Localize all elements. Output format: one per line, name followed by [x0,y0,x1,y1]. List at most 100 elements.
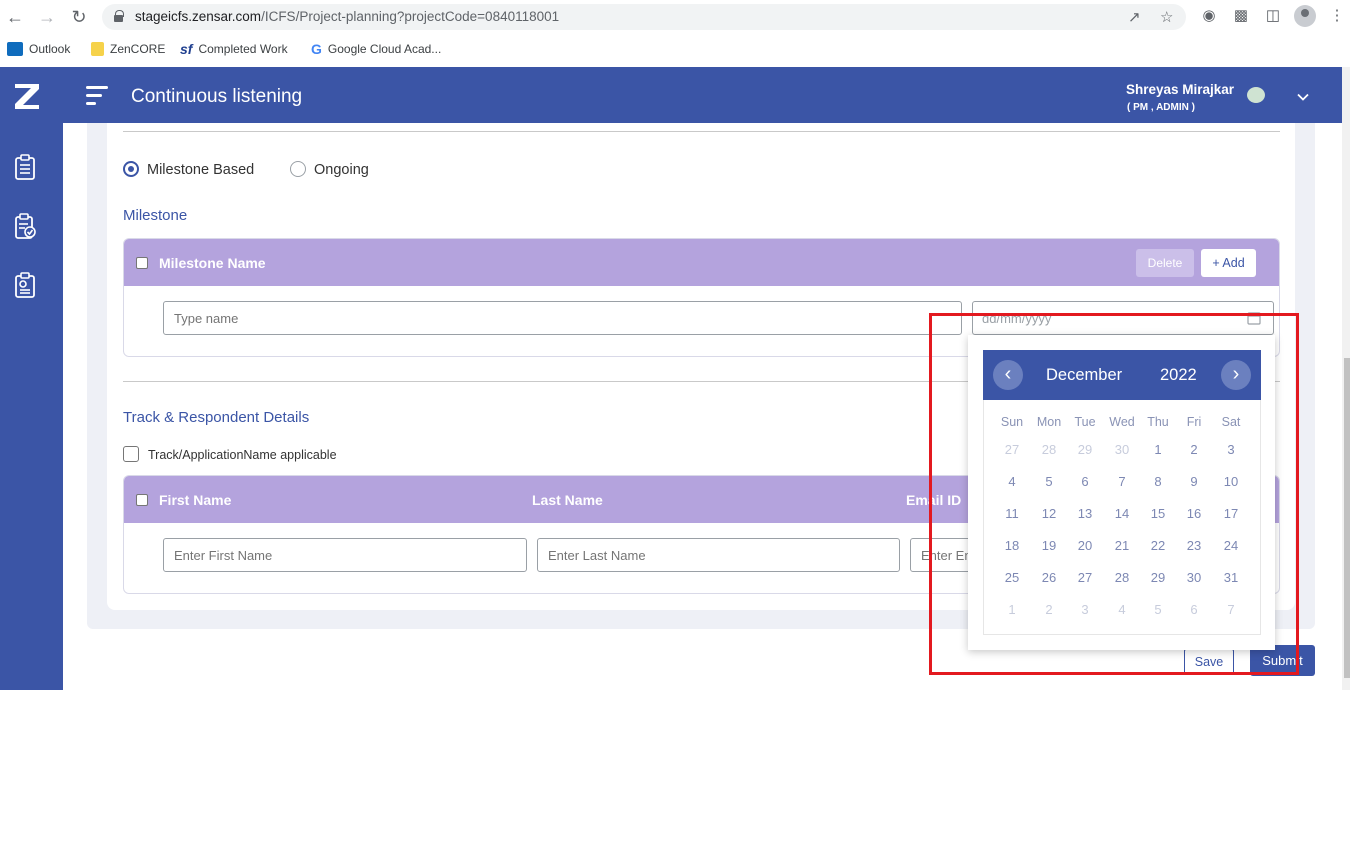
calendar-day[interactable]: 17 [1213,506,1249,521]
app-title: Continuous listening [131,86,303,107]
delete-button[interactable]: Delete [1136,249,1194,277]
milestone-date-input[interactable] [972,301,1274,335]
calendar-icon[interactable] [1247,311,1261,325]
datepicker-header: ‹ December 2022 › [983,350,1261,400]
app-header: Continuous listening Shreyas Mirajkar ( … [0,67,1342,123]
calendar-day[interactable]: 27 [1067,570,1103,585]
chevron-down-icon[interactable] [1297,91,1309,103]
ongoing-radio[interactable] [290,161,306,177]
first-name-header: First Name [159,492,232,508]
weekday-label: Wed [1109,415,1135,429]
calendar-day[interactable]: 29 [1067,442,1103,457]
hamburger-menu-icon[interactable] [86,86,110,106]
star-icon[interactable]: ☆ [1160,8,1173,26]
calendar-day[interactable]: 7 [1104,474,1140,489]
share-icon[interactable]: ↗ [1128,8,1141,26]
bookmark-google-cloud[interactable]: G Google Cloud Acad... [311,40,441,58]
prev-month-button[interactable]: ‹ [993,360,1023,390]
calendar-day[interactable]: 26 [1031,570,1067,585]
calendar-day[interactable]: 4 [1104,602,1140,617]
calendar-day[interactable]: 8 [1140,474,1176,489]
track-section-title: Track & Respondent Details [123,409,310,426]
calendar-day[interactable]: 28 [1031,442,1067,457]
clipboard-check-icon[interactable] [14,213,36,239]
calendar-day[interactable]: 4 [994,474,1030,489]
calendar-day[interactable]: 13 [1067,506,1103,521]
extensions-icon[interactable]: ▩ [1231,6,1251,26]
calendar-day[interactable]: 2 [1031,602,1067,617]
last-name-header: Last Name [532,492,603,508]
calendar-day[interactable]: 5 [1140,602,1176,617]
bookmark-completed-work[interactable]: sf Completed Work [180,40,288,58]
track-applicable-checkbox[interactable] [123,446,139,462]
add-button[interactable]: + Add [1201,249,1256,277]
calendar-day[interactable]: 9 [1176,474,1212,489]
calendar-day[interactable]: 7 [1213,602,1249,617]
divider [123,131,1280,132]
bookmark-outlook[interactable]: Outlook [7,40,70,58]
calendar-day[interactable]: 27 [994,442,1030,457]
sidepanel-icon[interactable]: ◫ [1263,6,1283,26]
calendar-day[interactable]: 28 [1104,570,1140,585]
save-button[interactable]: Save [1184,649,1234,675]
calendar-day[interactable]: 25 [994,570,1030,585]
calendar-day[interactable]: 29 [1140,570,1176,585]
datepicker-year[interactable]: 2022 [1160,366,1197,385]
email-header: Email ID [906,492,962,508]
last-name-input[interactable] [537,538,900,572]
calendar-day[interactable]: 1 [1140,442,1176,457]
url-text: stageicfs.zensar.com/ICFS/Project-planni… [135,9,560,24]
respondent-select-all-checkbox[interactable] [136,494,148,506]
calendar-day[interactable]: 2 [1176,442,1212,457]
more-menu-icon[interactable]: ⋮ [1327,6,1347,26]
calendar-day[interactable]: 19 [1031,538,1067,553]
calendar-day[interactable]: 21 [1104,538,1140,553]
calendar-day[interactable]: 23 [1176,538,1212,553]
calendar-day[interactable]: 30 [1104,442,1140,457]
datepicker-month[interactable]: December [1046,366,1122,385]
next-month-button[interactable]: › [1221,360,1251,390]
calendar-day[interactable]: 10 [1213,474,1249,489]
calendar-day[interactable]: 11 [994,506,1030,521]
reload-icon[interactable]: ↻ [68,6,90,28]
calendar-day[interactable]: 31 [1213,570,1249,585]
calendar-day[interactable]: 18 [994,538,1030,553]
first-name-input[interactable] [163,538,527,572]
bookmark-zencore[interactable]: ZenCORE [91,40,165,58]
google-icon: G [311,41,322,57]
weekday-label: Mon [1036,415,1062,429]
user-avatar-icon[interactable] [1247,87,1265,103]
calendar-day[interactable]: 3 [1213,442,1249,457]
milestone-based-radio[interactable] [123,161,139,177]
camera-icon[interactable]: ◉ [1199,6,1219,26]
calendar-day[interactable]: 6 [1067,474,1103,489]
milestone-select-all-checkbox[interactable] [136,257,148,269]
forward-arrow-icon[interactable]: → [36,6,58,28]
calendar-day[interactable]: 15 [1140,506,1176,521]
calendar-day[interactable]: 6 [1176,602,1212,617]
back-arrow-icon[interactable]: ← [4,6,26,28]
profile-avatar-icon[interactable] [1294,5,1316,27]
calendar-day[interactable]: 14 [1104,506,1140,521]
calendar-day[interactable]: 1 [994,602,1030,617]
calendar-day[interactable]: 22 [1140,538,1176,553]
calendar-day[interactable]: 12 [1031,506,1067,521]
milestone-name-input[interactable] [163,301,962,335]
clipboard-settings-icon[interactable] [14,272,36,298]
calendar-day[interactable]: 30 [1176,570,1212,585]
address-bar[interactable]: stageicfs.zensar.com/ICFS/Project-planni… [102,4,1186,30]
calendar-day[interactable]: 24 [1213,538,1249,553]
calendar-day[interactable]: 3 [1067,602,1103,617]
lock-icon [114,10,124,22]
user-name: Shreyas Mirajkar [1126,82,1235,97]
weekday-label: Thu [1147,415,1169,429]
clipboard-list-icon[interactable] [14,154,36,180]
sidebar [0,123,63,690]
calendar-day[interactable]: 5 [1031,474,1067,489]
page-scrollbar-thumb[interactable] [1344,358,1350,678]
milestone-name-header: Milestone Name [159,255,266,271]
weekday-label: Tue [1074,415,1096,429]
zensar-logo-icon[interactable] [12,81,42,111]
calendar-day[interactable]: 20 [1067,538,1103,553]
calendar-day[interactable]: 16 [1176,506,1212,521]
